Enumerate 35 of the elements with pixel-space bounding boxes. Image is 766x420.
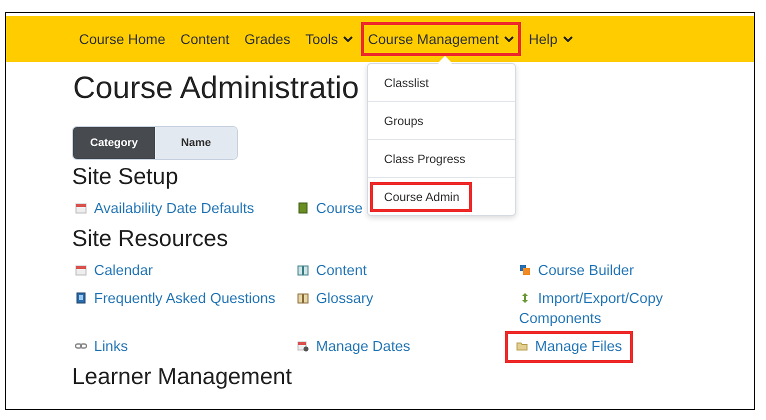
resource-link[interactable]: Import/Export/Copy Components [516, 286, 686, 332]
resource-link[interactable]: Manage Dates [294, 334, 422, 360]
open-book-icon [297, 292, 309, 304]
nav-link[interactable]: Course Management [361, 22, 521, 56]
resource-link[interactable]: Glossary [294, 286, 384, 312]
resource-link[interactable]: Availability Date Defaults [72, 196, 266, 222]
calendar-icon [75, 202, 87, 214]
nav-link[interactable]: Tools [298, 22, 360, 56]
view-tab[interactable]: Name [155, 127, 237, 159]
nav-link[interactable]: Grades [237, 22, 298, 56]
calendar-icon [75, 264, 87, 276]
blocks-icon [519, 264, 531, 276]
menu-item[interactable]: Class Progress [370, 144, 478, 174]
menu-item[interactable]: Groups [370, 106, 436, 136]
menu-item[interactable]: Course Admin [370, 182, 472, 212]
resource-link[interactable]: Manage Files [505, 331, 634, 363]
open-book-icon [297, 264, 309, 276]
view-tab[interactable]: Category [73, 127, 155, 159]
resource-link[interactable]: Calendar [72, 258, 164, 284]
book-icon [297, 202, 309, 214]
menu-item[interactable]: Classlist [370, 68, 442, 98]
book-icon [75, 292, 87, 304]
resource-link[interactable]: Content [294, 258, 378, 284]
nav-link[interactable]: Help [522, 22, 580, 56]
calendar-gear-icon [297, 340, 309, 352]
page-title: Course Administratio [73, 70, 360, 106]
resource-link[interactable]: Links [72, 334, 139, 360]
section-heading: Site Resources [72, 225, 229, 252]
nav-link[interactable]: Course Home [72, 22, 172, 56]
folder-icon [516, 340, 528, 352]
section-heading: Learner Management [72, 363, 293, 390]
section-heading: Site Setup [72, 163, 180, 190]
resource-link[interactable]: Course Builder [516, 258, 645, 284]
resource-link[interactable]: Frequently Asked Questions [72, 286, 286, 312]
nav-link[interactable]: Content [173, 22, 236, 56]
